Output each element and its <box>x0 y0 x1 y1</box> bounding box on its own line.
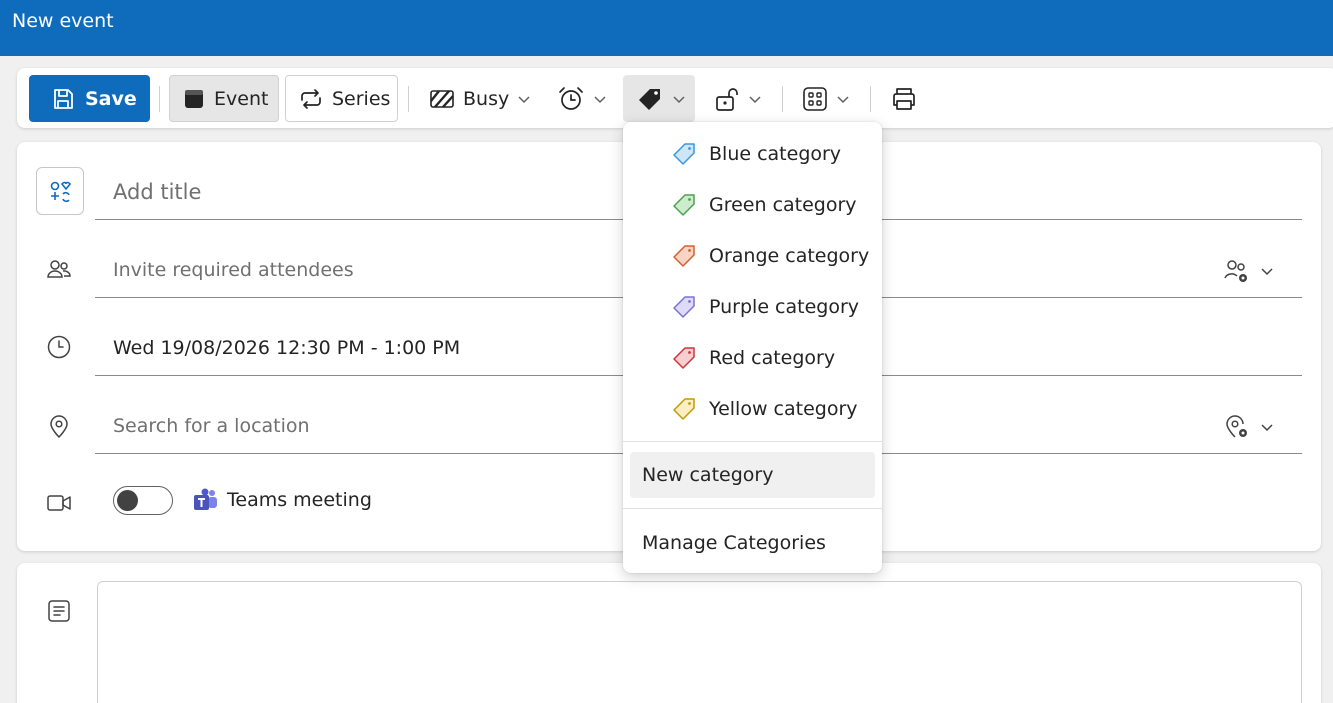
window-title: New event <box>12 10 114 32</box>
toolbar-separator <box>408 86 409 112</box>
toolbar: Save Event Series Busy <box>17 68 1333 128</box>
menu-item-yellow-category[interactable]: Yellow category <box>623 386 882 432</box>
title-icon-picker[interactable] <box>36 167 84 215</box>
menu-item-label: New category <box>642 464 774 486</box>
chevron-down-icon[interactable] <box>1260 264 1274 278</box>
datetime-value[interactable]: Wed 19/08/2026 12:30 PM - 1:00 PM <box>113 337 460 359</box>
red-tag-icon <box>673 347 695 369</box>
event-body-editor[interactable] <box>97 581 1302 703</box>
location-pin-icon <box>50 415 68 439</box>
save-icon <box>54 88 73 109</box>
apps-button[interactable] <box>802 82 850 116</box>
chevron-down-icon <box>518 96 530 104</box>
teams-icon <box>194 488 217 510</box>
tag-icon <box>639 88 660 110</box>
attendees-input[interactable]: Invite required attendees <box>113 259 354 281</box>
toolbar-separator <box>870 86 871 112</box>
scheduling-assistant-icon[interactable] <box>1223 257 1251 285</box>
title-input[interactable]: Add title <box>113 180 201 204</box>
video-camera-icon <box>47 495 71 511</box>
blue-tag-icon <box>673 143 695 165</box>
event-button[interactable]: Event <box>169 75 279 122</box>
apps-grid-icon <box>803 87 827 111</box>
toggle-knob <box>117 490 138 511</box>
busy-status-icon <box>430 90 454 108</box>
menu-item-manage-categories[interactable]: Manage Categories <box>623 520 882 566</box>
location-input[interactable]: Search for a location <box>113 415 310 437</box>
show-as-busy-button[interactable]: Busy <box>429 82 531 116</box>
private-button[interactable] <box>714 82 762 116</box>
teams-meeting-toggle[interactable] <box>113 486 173 515</box>
yellow-tag-icon <box>673 398 695 420</box>
printer-icon <box>893 88 915 110</box>
unlock-icon <box>716 88 738 111</box>
repeat-icon <box>301 88 321 109</box>
room-finder-icon[interactable] <box>1223 413 1251 441</box>
save-label: Save <box>85 87 137 110</box>
menu-item-label: Yellow category <box>709 398 858 420</box>
menu-item-blue-category[interactable]: Blue category <box>623 131 882 177</box>
orange-tag-icon <box>673 245 695 267</box>
chevron-down-icon <box>749 96 761 104</box>
save-button[interactable]: Save <box>29 75 150 122</box>
menu-divider <box>623 508 882 509</box>
chevron-down-icon <box>837 96 849 104</box>
series-label: Series <box>332 87 391 110</box>
series-button[interactable]: Series <box>285 75 398 122</box>
notes-icon <box>48 600 70 622</box>
reminder-button[interactable] <box>557 82 607 116</box>
calendar-event-icon <box>185 89 203 108</box>
toolbar-separator <box>782 86 783 112</box>
categorize-menu: Blue category Green category Orange cate… <box>623 122 882 573</box>
menu-item-label: Red category <box>709 347 836 369</box>
alarm-clock-icon <box>559 87 583 110</box>
menu-item-red-category[interactable]: Red category <box>623 335 882 381</box>
menu-item-label: Purple category <box>709 296 860 318</box>
green-tag-icon <box>673 194 695 216</box>
toolbar-separator <box>159 86 160 112</box>
people-icon <box>47 260 71 278</box>
menu-item-new-category[interactable]: New category <box>630 452 875 498</box>
menu-item-label: Green category <box>709 194 857 216</box>
icon-picker-icon <box>50 181 72 203</box>
print-button[interactable] <box>890 82 918 116</box>
teams-meeting-label: Teams meeting <box>227 489 372 511</box>
clock-icon <box>47 335 71 359</box>
menu-item-purple-category[interactable]: Purple category <box>623 284 882 330</box>
chevron-down-icon <box>594 96 606 104</box>
purple-tag-icon <box>673 296 695 318</box>
menu-divider <box>623 441 882 442</box>
menu-item-label: Blue category <box>709 143 842 165</box>
title-bar: New event <box>0 0 1333 56</box>
menu-item-label: Manage Categories <box>642 532 826 554</box>
categorize-button[interactable] <box>623 75 695 122</box>
chevron-down-icon <box>673 95 685 103</box>
chevron-down-icon[interactable] <box>1260 420 1274 434</box>
menu-item-green-category[interactable]: Green category <box>623 182 882 228</box>
busy-label: Busy <box>463 88 510 110</box>
event-label: Event <box>214 87 269 110</box>
menu-item-label: Orange category <box>709 245 870 267</box>
menu-item-orange-category[interactable]: Orange category <box>623 233 882 279</box>
